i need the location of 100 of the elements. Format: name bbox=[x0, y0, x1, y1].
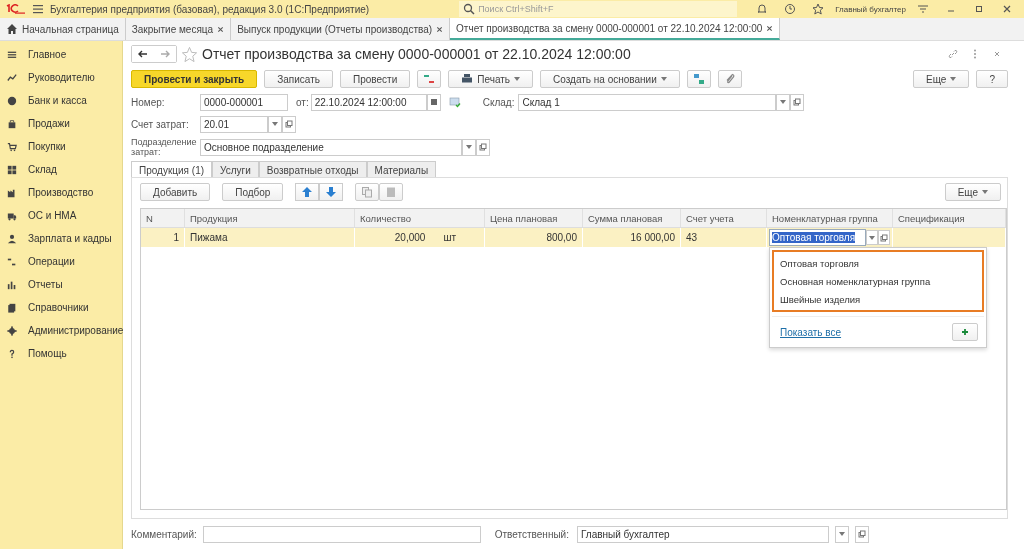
open-icon bbox=[857, 530, 866, 538]
column-header[interactable]: Количество bbox=[355, 209, 485, 227]
document-title: Отчет производства за смену 0000-000001 от 22.10.2024 12:00:00 bbox=[202, 46, 631, 62]
group-input-field[interactable]: Оптовая торговля bbox=[769, 229, 867, 246]
open-button[interactable] bbox=[790, 93, 805, 111]
cost-account-field[interactable]: 20.01 bbox=[200, 115, 268, 133]
open-button[interactable] bbox=[476, 138, 490, 156]
show-all-link[interactable]: Показать все bbox=[780, 326, 842, 338]
coin-icon bbox=[7, 95, 17, 106]
more-button[interactable]: Еще bbox=[944, 183, 1001, 201]
bell-icon[interactable] bbox=[756, 3, 769, 15]
column-header[interactable]: Сумма плановая bbox=[583, 209, 681, 227]
star-icon[interactable] bbox=[812, 3, 825, 15]
dropdown-button[interactable] bbox=[268, 115, 282, 133]
division-field[interactable]: Основное подразделение bbox=[200, 138, 462, 156]
table-cell: 1 bbox=[173, 232, 179, 243]
sidebar-item[interactable]: Администрирование bbox=[0, 319, 122, 342]
search-input[interactable]: Поиск Ctrl+Shift+F bbox=[478, 2, 719, 16]
column-header[interactable]: Спецификация bbox=[893, 209, 1006, 227]
more-button[interactable]: Еще bbox=[913, 70, 970, 88]
column-header[interactable]: Номенклатурная группа bbox=[767, 209, 893, 227]
caret-icon bbox=[982, 190, 988, 194]
caret-icon bbox=[780, 100, 787, 104]
table-row[interactable]: 1 Пижама 20,000 шт 800,00 16 000,00 43 Оптовая торговля bbox=[141, 228, 1006, 247]
column-header[interactable]: Продукция bbox=[185, 209, 355, 227]
column-header[interactable]: Цена плановая bbox=[485, 209, 583, 227]
open-tab[interactable]: Начальная страница bbox=[0, 18, 126, 40]
sidebar-item[interactable]: Продажи bbox=[0, 112, 122, 135]
dropdown-button[interactable] bbox=[462, 138, 476, 156]
sidebar-item[interactable]: Отчеты bbox=[0, 273, 122, 296]
open-button[interactable] bbox=[282, 115, 296, 133]
open-button[interactable] bbox=[854, 525, 869, 543]
help-button[interactable]: ? bbox=[976, 70, 1008, 88]
field-label: Комментарий: bbox=[131, 528, 197, 540]
search-field[interactable]: Поиск Ctrl+Shift+F bbox=[459, 1, 738, 17]
trend-icon bbox=[7, 72, 17, 83]
sidebar-item[interactable]: Зарплата и кадры bbox=[0, 227, 122, 250]
post-and-close-button[interactable]: Провести и закрыть bbox=[131, 70, 258, 88]
printer-icon bbox=[461, 73, 474, 85]
plus-icon bbox=[961, 328, 969, 336]
history-icon[interactable] bbox=[784, 3, 797, 15]
date-field[interactable]: 22.10.2024 12:00:00 bbox=[310, 93, 427, 111]
dropdown-option[interactable]: Основная номенклатурная группа bbox=[780, 272, 976, 290]
structure-button[interactable] bbox=[686, 70, 711, 88]
close-icon[interactable] bbox=[766, 24, 774, 32]
books-icon bbox=[7, 302, 17, 313]
dropdown-button[interactable] bbox=[776, 93, 791, 111]
menu-icon[interactable] bbox=[32, 3, 44, 15]
close-icon[interactable] bbox=[217, 25, 225, 33]
table-cell: Пижама bbox=[190, 232, 228, 243]
sidebar-item[interactable]: Банк и касса bbox=[0, 89, 122, 112]
open-tab[interactable]: Отчет производства за смену 0000-000001 от 22.10.2024 12:00:00 bbox=[450, 18, 781, 40]
dropdown-option[interactable]: Швейные изделия bbox=[780, 290, 976, 308]
field-label: Склад: bbox=[482, 96, 515, 108]
caret-icon bbox=[950, 77, 957, 81]
post-button[interactable]: Провести bbox=[340, 70, 411, 88]
caret-icon bbox=[466, 145, 472, 149]
move-up-button[interactable] bbox=[295, 183, 320, 201]
close-icon[interactable] bbox=[436, 25, 444, 33]
create-button[interactable] bbox=[952, 323, 978, 341]
add-button[interactable]: Добавить bbox=[140, 183, 211, 201]
print-button[interactable]: Печать bbox=[448, 70, 533, 88]
arrow-left-icon bbox=[137, 48, 149, 60]
sidebar-item[interactable]: Производство bbox=[0, 181, 122, 204]
close-icon[interactable] bbox=[1001, 3, 1013, 15]
person-icon bbox=[7, 233, 17, 244]
sidebar-item[interactable]: Справочники bbox=[0, 296, 122, 319]
comment-field[interactable] bbox=[202, 525, 481, 543]
open-tab[interactable]: Закрытие месяца bbox=[125, 18, 232, 40]
responsible-field[interactable]: Главный бухгалтер bbox=[576, 525, 829, 543]
copy-button[interactable] bbox=[355, 183, 380, 201]
maximize-icon[interactable] bbox=[973, 3, 985, 15]
open-icon bbox=[479, 143, 487, 151]
save-button[interactable]: Записать bbox=[264, 70, 333, 88]
user-name[interactable]: Главный бухгалтер bbox=[835, 4, 906, 14]
sidebar-item[interactable]: ОС и НМА bbox=[0, 204, 122, 227]
document-check-icon[interactable] bbox=[448, 96, 461, 108]
column-header[interactable]: Счет учета bbox=[681, 209, 767, 227]
dropdown-option[interactable]: Оптовая торговля bbox=[780, 254, 976, 272]
warehouse-field[interactable]: Склад 1 bbox=[518, 93, 777, 111]
sidebar-item[interactable]: Помощь bbox=[0, 342, 122, 365]
dropdown-button[interactable] bbox=[834, 525, 849, 543]
sidebar-item[interactable]: Главное bbox=[0, 43, 122, 66]
number-field[interactable]: 0000-000001 bbox=[200, 93, 288, 111]
star-icon[interactable] bbox=[181, 45, 198, 63]
field-label: Ответственный: bbox=[494, 528, 569, 540]
move-down-button[interactable] bbox=[319, 183, 344, 201]
sidebar-item[interactable]: Руководителю bbox=[0, 66, 122, 89]
link-icon[interactable] bbox=[947, 48, 959, 60]
sidebar-item[interactable]: Операции bbox=[0, 250, 122, 273]
entries-button[interactable] bbox=[417, 70, 442, 88]
dropdown-button[interactable] bbox=[866, 230, 879, 245]
attach-button[interactable] bbox=[717, 70, 742, 88]
sidebar-item[interactable]: Склад bbox=[0, 158, 122, 181]
sidebar-item[interactable]: Покупки bbox=[0, 135, 122, 158]
pick-button[interactable]: Подбор bbox=[222, 183, 284, 201]
column-header[interactable]: N bbox=[141, 209, 185, 227]
open-button[interactable] bbox=[878, 230, 890, 245]
create-based-on-button[interactable]: Создать на основании bbox=[540, 70, 680, 88]
open-icon bbox=[880, 233, 889, 242]
